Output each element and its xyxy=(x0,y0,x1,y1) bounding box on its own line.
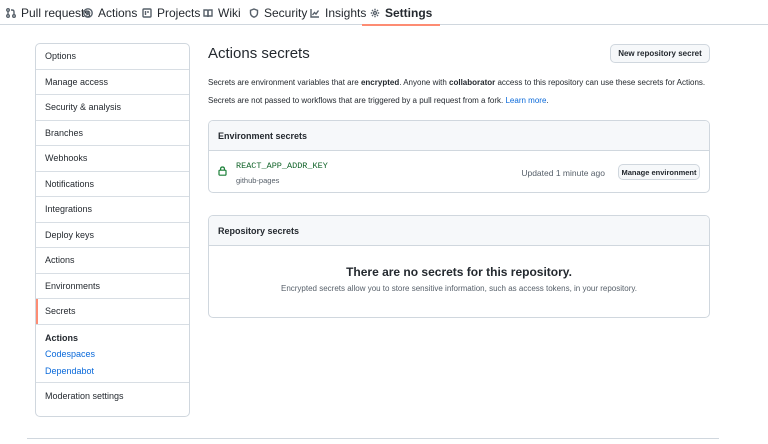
tab-label: Security xyxy=(264,5,308,20)
environment-secrets-box: Environment secrets REACT_APP_ADDR_KEY g… xyxy=(208,120,710,193)
sidebar-item-label: Deploy keys xyxy=(45,229,95,240)
book-icon xyxy=(203,8,213,17)
settings-sidebar: Options Manage access Security & analysi… xyxy=(35,43,190,417)
secret-name: REACT_APP_ADDR_KEY xyxy=(236,161,328,171)
sidebar-link-dependabot[interactable]: Dependabot xyxy=(45,366,180,376)
tab-label: Pull requests xyxy=(21,5,91,20)
sidebar-item-label: Integrations xyxy=(45,204,93,215)
tab-actions[interactable]: Actions xyxy=(83,0,137,25)
description-text: access to this repository can use these … xyxy=(495,78,706,87)
manage-environment-button[interactable]: Manage environment xyxy=(618,164,700,180)
secret-environment: github-pages xyxy=(236,176,280,185)
pull-request-icon xyxy=(6,7,16,18)
tab-label: Wiki xyxy=(218,5,241,20)
gear-icon xyxy=(370,8,380,17)
tab-insights[interactable]: Insights xyxy=(310,0,366,25)
tab-projects[interactable]: Projects xyxy=(142,0,200,25)
sidebar-item-security-analysis[interactable]: Security & analysis xyxy=(36,95,189,121)
sidebar-item-manage-access[interactable]: Manage access xyxy=(36,70,189,95)
sidebar-item-label: Manage access xyxy=(45,76,109,87)
sidebar-item-notifications[interactable]: Notifications xyxy=(36,172,189,197)
sidebar-item-label: Webhooks xyxy=(45,153,88,164)
sidebar-item-label: Moderation settings xyxy=(45,390,124,401)
learn-more-link[interactable]: Learn more xyxy=(505,96,546,105)
tab-pull-requests[interactable]: Pull requests xyxy=(6,0,90,25)
sidebar-item-secrets[interactable]: Secrets xyxy=(36,299,189,325)
lock-icon xyxy=(218,166,227,176)
fork-note: Secrets are not passed to workflows that… xyxy=(208,96,549,105)
fork-note-text: Secrets are not passed to workflows that… xyxy=(208,96,506,105)
sidebar-item-actions[interactable]: Actions xyxy=(36,248,189,274)
sidebar-item-label: Security & analysis xyxy=(45,102,122,113)
play-icon xyxy=(83,7,93,18)
project-icon xyxy=(142,7,152,18)
graph-icon xyxy=(310,8,320,18)
sidebar-item-label: Actions xyxy=(45,255,75,266)
description-bold-encrypted: encrypted xyxy=(360,78,400,87)
fork-note-end: . xyxy=(546,96,549,105)
secrets-description: Secrets are environment variables that a… xyxy=(208,78,705,87)
description-text: Secrets are environment variables that a… xyxy=(208,78,361,87)
sidebar-group-title: Actions xyxy=(45,332,79,343)
footer-divider xyxy=(27,438,719,439)
empty-state-text: Encrypted secrets allow you to store sen… xyxy=(280,284,637,293)
empty-state-title: There are no secrets for this repository… xyxy=(346,265,572,279)
sidebar-item-deploy-keys[interactable]: Deploy keys xyxy=(36,223,189,248)
repo-nav: Pull requests Actions Projects Wiki Secu… xyxy=(0,0,768,26)
sidebar-item-label: Notifications xyxy=(45,178,95,189)
sidebar-group-actions: Actions Codespaces Dependabot xyxy=(36,325,189,383)
tab-label: Settings xyxy=(385,5,433,20)
sidebar-item-moderation-settings[interactable]: Moderation settings xyxy=(36,383,189,409)
sidebar-item-label: Options xyxy=(45,51,77,62)
repository-secrets-box: Repository secrets There are no secrets … xyxy=(208,215,710,318)
sidebar-item-environments[interactable]: Environments xyxy=(36,274,189,299)
sidebar-item-integrations[interactable]: Integrations xyxy=(36,197,189,223)
tab-wiki[interactable]: Wiki xyxy=(203,0,241,25)
repository-secrets-header: Repository secrets xyxy=(209,216,709,246)
secret-updated-time: Updated 1 minute ago xyxy=(521,168,605,178)
description-text: . Anyone with xyxy=(399,78,450,87)
new-repository-secret-button[interactable]: New repository secret xyxy=(610,44,710,63)
sidebar-item-label: Branches xyxy=(45,127,84,138)
sidebar-item-label: Secrets xyxy=(45,306,76,317)
sidebar-item-label: Environments xyxy=(45,280,101,291)
tab-label: Insights xyxy=(325,5,367,20)
sidebar-item-options[interactable]: Options xyxy=(36,44,189,70)
page-title: Actions secrets xyxy=(208,45,310,62)
shield-icon xyxy=(249,7,259,18)
sidebar-item-webhooks[interactable]: Webhooks xyxy=(36,146,189,172)
tab-label: Projects xyxy=(157,5,201,20)
environment-secrets-header: Environment secrets xyxy=(209,121,709,151)
tab-security[interactable]: Security xyxy=(249,0,307,25)
tab-label: Actions xyxy=(98,5,138,20)
sidebar-item-branches[interactable]: Branches xyxy=(36,121,189,146)
description-bold-collaborator: collaborator xyxy=(449,78,496,87)
secret-row: REACT_APP_ADDR_KEY github-pages Updated … xyxy=(209,151,709,192)
tab-settings[interactable]: Settings xyxy=(361,0,441,26)
empty-state: There are no secrets for this repository… xyxy=(209,246,709,317)
sidebar-link-codespaces[interactable]: Codespaces xyxy=(45,349,180,359)
